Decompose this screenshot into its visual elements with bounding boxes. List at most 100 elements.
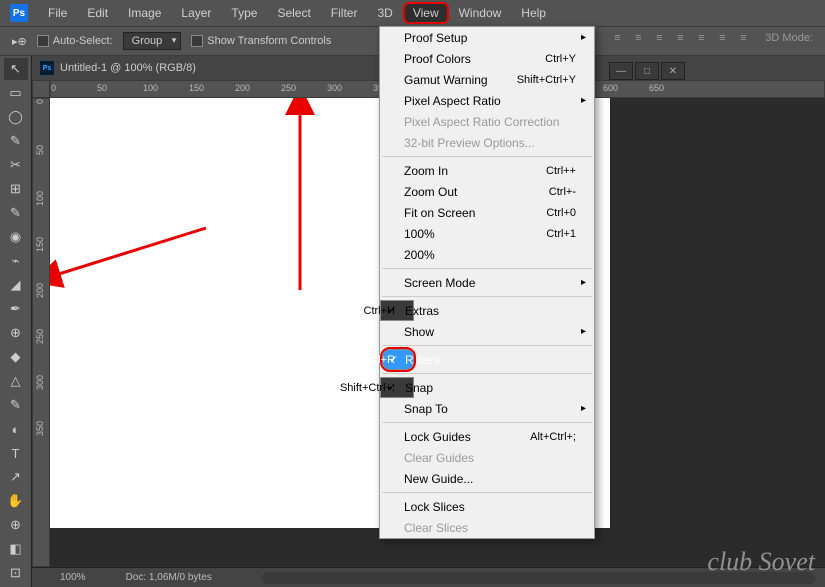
checkbox-icon[interactable] xyxy=(37,35,49,47)
menu-item-label: Extras xyxy=(405,304,439,318)
ruler-tick: 150 xyxy=(35,237,45,252)
zoom-level[interactable]: 100% xyxy=(60,572,86,583)
menu-item-100-[interactable]: 100%Ctrl+1 xyxy=(380,223,594,244)
menu-file[interactable]: File xyxy=(38,2,77,24)
3d-mode-label: 3D Mode: xyxy=(765,32,813,44)
menu-item-zoom-out[interactable]: Zoom OutCtrl+- xyxy=(380,181,594,202)
menu-help[interactable]: Help xyxy=(511,2,556,24)
menu-separator xyxy=(382,268,592,269)
tool-3[interactable]: ✎ xyxy=(4,130,28,152)
tool-18[interactable]: ✋ xyxy=(4,490,28,512)
menu-filter[interactable]: Filter xyxy=(321,2,368,24)
window-controls: — □ ✕ xyxy=(609,62,685,80)
align-icon[interactable]: ≡ xyxy=(629,30,647,46)
tool-11[interactable]: ⊕ xyxy=(4,322,28,344)
shortcut-label: Shift+Ctrl+Y xyxy=(517,74,576,86)
shortcut-label: Alt+Ctrl+; xyxy=(530,431,576,443)
align-icon[interactable]: ≡ xyxy=(713,30,731,46)
menu-item-lock-slices[interactable]: Lock Slices xyxy=(380,496,594,517)
menu-item-proof-setup[interactable]: Proof Setup xyxy=(380,27,594,48)
menu-layer[interactable]: Layer xyxy=(171,2,221,24)
maximize-button[interactable]: □ xyxy=(635,62,659,80)
ruler-tick: 100 xyxy=(143,83,158,93)
menu-type[interactable]: Type xyxy=(221,2,267,24)
menu-item-show[interactable]: Show xyxy=(380,321,594,342)
menu-item-label: Lock Slices xyxy=(404,500,465,514)
menu-item-snap[interactable]: SnapShift+Ctrl+; xyxy=(380,377,414,398)
menu-item-pixel-aspect-ratio[interactable]: Pixel Aspect Ratio xyxy=(380,90,594,111)
tool-17[interactable]: ↗ xyxy=(4,466,28,488)
menu-item-clear-guides: Clear Guides xyxy=(380,447,594,468)
menu-item-label: Gamut Warning xyxy=(404,73,488,87)
menu-item-label: Clear Guides xyxy=(404,451,474,465)
menu-item-label: 200% xyxy=(404,248,435,262)
menu-item-screen-mode[interactable]: Screen Mode xyxy=(380,272,594,293)
ruler-tick: 600 xyxy=(603,83,618,93)
horizontal-scrollbar[interactable] xyxy=(262,572,815,584)
tool-13[interactable]: △ xyxy=(4,370,28,392)
tool-15[interactable]: ◐ xyxy=(4,418,28,440)
transform-option[interactable]: Show Transform Controls xyxy=(191,35,331,47)
align-icon[interactable]: ≡ xyxy=(650,30,668,46)
auto-select-option[interactable]: Auto-Select: xyxy=(37,35,113,47)
menu-item-fit-on-screen[interactable]: Fit on ScreenCtrl+0 xyxy=(380,202,594,223)
menu-view[interactable]: View xyxy=(403,2,449,24)
menu-item-gamut-warning[interactable]: Gamut Warning Shift+Ctrl+Y xyxy=(380,69,594,90)
tool-4[interactable]: ✂ xyxy=(4,154,28,176)
tool-1[interactable]: ▭ xyxy=(4,82,28,104)
tool-6[interactable]: ✎ xyxy=(4,202,28,224)
checkbox-icon[interactable] xyxy=(191,35,203,47)
menu-item-proof-colors[interactable]: Proof ColorsCtrl+Y xyxy=(380,48,594,69)
menu-item-zoom-in[interactable]: Zoom InCtrl++ xyxy=(380,160,594,181)
group-dropdown[interactable]: Group xyxy=(123,32,182,50)
app-logo: Ps xyxy=(10,4,28,22)
menu-item-200-[interactable]: 200% xyxy=(380,244,594,265)
menu-select[interactable]: Select xyxy=(267,2,320,24)
tool-7[interactable]: ◉ xyxy=(4,226,28,248)
menu-separator xyxy=(382,492,592,493)
tool-9[interactable]: ◢ xyxy=(4,274,28,296)
tool-5[interactable]: ⊞ xyxy=(4,178,28,200)
tool-19[interactable]: ⊕ xyxy=(4,514,28,536)
ruler-tick: 150 xyxy=(189,83,204,93)
minimize-button[interactable]: — xyxy=(609,62,633,80)
menu-item-label: Snap To xyxy=(404,402,448,416)
shortcut-label: Ctrl++ xyxy=(546,165,576,177)
menu-item-extras[interactable]: ExtrasCtrl+H xyxy=(380,300,414,321)
menu-window[interactable]: Window xyxy=(449,2,512,24)
tool-8[interactable]: ⌁ xyxy=(4,250,28,272)
tool-21[interactable]: ⊡ xyxy=(4,562,28,584)
ruler-tick: 650 xyxy=(649,83,664,93)
align-icon[interactable]: ≡ xyxy=(608,30,626,46)
menu-item-32-bit-preview-options-: 32-bit Preview Options... xyxy=(380,132,594,153)
status-bar: 100% Doc: 1,06M/0 bytes xyxy=(32,567,825,587)
menu-edit[interactable]: Edit xyxy=(77,2,118,24)
tool-0[interactable]: ↖ xyxy=(4,58,28,80)
app-window: Ps FileEditImageLayerTypeSelectFilter3DV… xyxy=(0,0,825,587)
menu-item-label: New Guide... xyxy=(404,472,473,486)
menu-item-rulers[interactable]: RulersCtrl+R xyxy=(382,349,414,370)
tool-14[interactable]: ✎ xyxy=(4,394,28,416)
shortcut-label: Ctrl+1 xyxy=(546,228,576,240)
menu-item-lock-guides[interactable]: Lock GuidesAlt+Ctrl+; xyxy=(380,426,594,447)
document-tab[interactable]: Untitled-1 @ 100% (RGB/8) xyxy=(60,62,196,74)
menu-item-snap-to[interactable]: Snap To xyxy=(380,398,594,419)
menu-3d[interactable]: 3D xyxy=(367,2,402,24)
tool-10[interactable]: ✒ xyxy=(4,298,28,320)
close-button[interactable]: ✕ xyxy=(661,62,685,80)
tool-16[interactable]: T xyxy=(4,442,28,464)
menu-item-label: Screen Mode xyxy=(404,276,475,290)
menu-image[interactable]: Image xyxy=(118,2,171,24)
ruler-tick: 50 xyxy=(35,145,45,155)
tool-12[interactable]: ◆ xyxy=(4,346,28,368)
shortcut-label: Ctrl+0 xyxy=(546,207,576,219)
align-icon[interactable]: ≡ xyxy=(734,30,752,46)
align-icon[interactable]: ≡ xyxy=(692,30,710,46)
tool-2[interactable]: ◯ xyxy=(4,106,28,128)
ruler-tick: 0 xyxy=(35,99,45,104)
menu-item-label: Zoom Out xyxy=(404,185,457,199)
menu-item-new-guide-[interactable]: New Guide... xyxy=(380,468,594,489)
vertical-ruler[interactable]: 050100150200250300350 xyxy=(32,98,50,567)
align-icon[interactable]: ≡ xyxy=(671,30,689,46)
tool-20[interactable]: ◧ xyxy=(4,538,28,560)
